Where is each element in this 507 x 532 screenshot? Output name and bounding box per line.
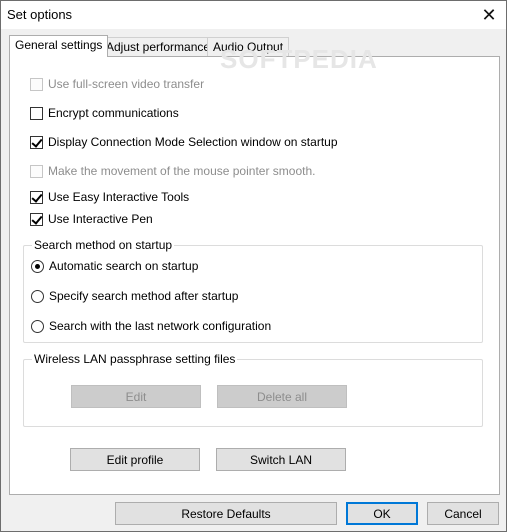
radio-button[interactable]: [31, 259, 44, 273]
group-label: Wireless LAN passphrase setting files: [32, 352, 238, 366]
tab-audio-output[interactable]: Audio Output: [207, 37, 290, 56]
checkbox: [30, 164, 43, 178]
edit-profile-button[interactable]: Edit profile: [70, 448, 200, 471]
checkbox[interactable]: [30, 190, 43, 204]
edit-button: Edit: [71, 385, 201, 408]
wireless-lan-group: Wireless LAN passphrase setting files Ed…: [23, 352, 483, 427]
option-label: Use full-screen video transfer: [48, 77, 205, 91]
restore-defaults-button[interactable]: Restore Defaults: [115, 502, 337, 525]
radio-label[interactable]: Specify search method after startup: [49, 289, 238, 303]
cancel-button[interactable]: Cancel: [427, 502, 499, 525]
tab-adjust-performance[interactable]: Adjust performance: [100, 37, 217, 56]
option-encrypt-communications[interactable]: Encrypt communications: [30, 105, 179, 121]
close-icon[interactable]: ✕: [472, 1, 506, 29]
switch-lan-button[interactable]: Switch LAN: [216, 448, 346, 471]
window-title: Set options: [7, 7, 73, 22]
checkbox: [30, 77, 43, 91]
radio-button[interactable]: [31, 319, 44, 333]
option-easy-interactive-tools[interactable]: Use Easy Interactive Tools: [30, 189, 189, 205]
option-display-connection-mode[interactable]: Display Connection Mode Selection window…: [30, 134, 338, 150]
general-settings-panel: Use full-screen video transfer Encrypt c…: [9, 56, 500, 495]
search-method-group: Search method on startup Automatic searc…: [23, 238, 483, 343]
radio-automatic-search[interactable]: Automatic search on startup: [31, 258, 198, 274]
checkbox[interactable]: [30, 135, 43, 149]
group-label: Search method on startup: [32, 238, 175, 252]
ok-button[interactable]: OK: [346, 502, 418, 525]
option-full-screen-video: Use full-screen video transfer: [30, 76, 204, 92]
option-interactive-pen[interactable]: Use Interactive Pen: [30, 211, 153, 227]
radio-label[interactable]: Automatic search on startup: [49, 259, 198, 273]
option-smooth-mouse: Make the movement of the mouse pointer s…: [30, 163, 315, 179]
option-label: Make the movement of the mouse pointer s…: [48, 164, 316, 178]
radio-specify-search[interactable]: Specify search method after startup: [31, 288, 238, 304]
radio-label[interactable]: Search with the last network configurati…: [49, 319, 271, 333]
title-bar: Set options ✕: [1, 1, 506, 29]
option-label[interactable]: Use Interactive Pen: [48, 212, 153, 226]
option-label[interactable]: Display Connection Mode Selection window…: [48, 135, 338, 149]
options-dialog: Set options ✕ General settings Adjust pe…: [0, 0, 507, 532]
option-label[interactable]: Encrypt communications: [48, 106, 179, 120]
checkbox[interactable]: [30, 212, 43, 226]
tab-general-settings[interactable]: General settings: [9, 35, 109, 57]
checkbox[interactable]: [30, 106, 43, 120]
delete-all-button: Delete all: [217, 385, 347, 408]
option-label[interactable]: Use Easy Interactive Tools: [48, 190, 189, 204]
radio-button[interactable]: [31, 289, 44, 303]
radio-last-network[interactable]: Search with the last network configurati…: [31, 318, 271, 334]
